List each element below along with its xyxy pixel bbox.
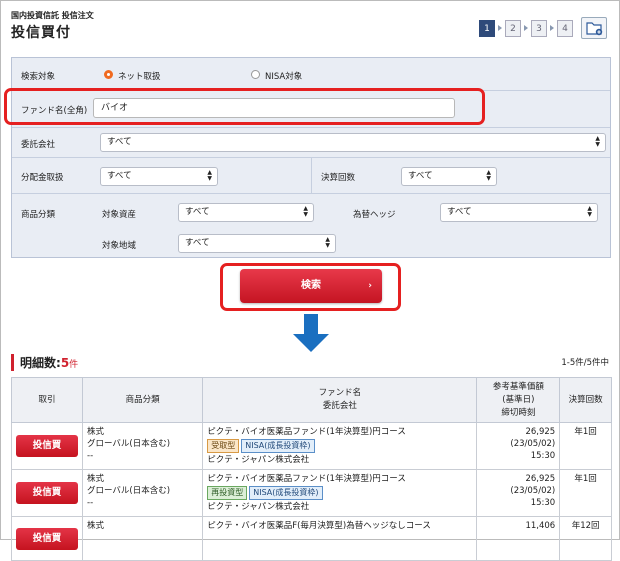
result-count-number: 5 [60, 356, 70, 370]
category-cell: 株式 グローバル(日本含む) -- [81, 469, 204, 517]
page-title: 投信買付 [11, 25, 71, 41]
select-arrows-icon: ▲ ▼ [207, 169, 212, 182]
step-2: 2 [505, 19, 521, 37]
step-arrow-icon [524, 25, 528, 31]
settlement-count-select[interactable]: すべて ▲ ▼ [401, 167, 497, 186]
price-cell: 26,925 (23/05/02) 15:30 [476, 469, 561, 517]
step-1: 1 [479, 19, 495, 37]
table-row: 投信買 株式 グローバル(日本含む) -- ピクテ・バイオ医薬品ファンド(1年決算型… [11, 469, 612, 517]
payout-badge: 受取型 [207, 439, 240, 453]
asset-select[interactable]: すべて ▲ ▼ [178, 203, 314, 222]
hedge-label: 為替ヘッジ [353, 210, 396, 220]
result-range: 1-5件/5件中 [561, 358, 609, 368]
search-button-label: 検索 [301, 280, 321, 291]
step-arrow-icon [550, 25, 554, 31]
table-header-row: 取引 商品分類 ファンド名 委託会社 参考基準価額 (基準日) 締切時刻 決算回数 [11, 377, 612, 423]
region-select[interactable]: すべて ▲ ▼ [178, 234, 336, 253]
region-label: 対象地域 [102, 241, 137, 251]
search-target-row: 検索対象 ネット取扱 NISA対象 [12, 58, 610, 91]
folder-add-icon [586, 22, 603, 36]
product-category-label: 商品分類 [21, 210, 56, 220]
buy-button[interactable]: 投信買 [16, 482, 78, 504]
fund-cell: ピクテ・バイオ医薬品ファンド(1年決算型)円コース 再投資型 NISA(成長投資枠… [202, 469, 478, 517]
header-settlement: 決算回数 [559, 377, 612, 423]
region-select-value: すべて [185, 238, 210, 248]
search-button[interactable]: 検索 › [240, 269, 382, 303]
nisa-badge: NISA(成長投資枠) [241, 439, 315, 453]
price-cell: 11,406 [476, 516, 561, 561]
settlement-cell: 年1回 [559, 422, 612, 470]
company-name: ピクテ・ジャパン株式会社 [207, 502, 310, 512]
category-cell: 株式 [81, 516, 204, 561]
result-count-label: 明細数: [20, 356, 61, 370]
radio-nisa[interactable] [251, 70, 260, 79]
result-count-unit: 件 [69, 360, 79, 370]
company-label: 委託会社 [21, 140, 56, 150]
folder-button[interactable] [581, 17, 607, 39]
settlement-cell: 年12回 [559, 516, 612, 561]
results-table: 取引 商品分類 ファンド名 委託会社 参考基準価額 (基準日) 締切時刻 決算回数 投… [11, 377, 612, 561]
distribution-label: 分配金取扱 [21, 173, 64, 183]
asset-select-value: すべて [185, 207, 210, 217]
fund-name-link[interactable]: ピクテ・バイオ医薬品F(毎月決算型)為替ヘッジなしコース [207, 521, 431, 531]
result-count: 明細数:5件 [11, 354, 78, 371]
price-cell: 26,925 (23/05/02) 15:30 [476, 422, 561, 470]
buy-button[interactable]: 投信買 [16, 527, 78, 550]
header-action: 取引 [11, 377, 83, 423]
select-arrows-icon: ▲ ▼ [303, 205, 308, 218]
settlement-count-select-value: すべて [408, 171, 433, 181]
company-select[interactable]: すべて ▲ ▼ [100, 133, 606, 152]
header-category: 商品分類 [81, 377, 204, 423]
hedge-select-value: すべて [447, 207, 472, 217]
fund-name-highlight [4, 88, 485, 125]
table-row: 投信買 株式 グローバル(日本含む) -- ピクテ・バイオ医薬品ファンド(1年決算型… [11, 422, 612, 470]
header-fund: ファンド名 委託会社 [202, 377, 478, 423]
radio-nisa-label[interactable]: NISA対象 [265, 70, 302, 82]
step-indicator: 1 2 3 4 [479, 17, 607, 39]
down-arrow-icon [293, 314, 329, 352]
chevron-right-icon: › [368, 281, 372, 291]
fund-name-link[interactable]: ピクテ・バイオ医薬品ファンド(1年決算型)円コース [207, 427, 406, 437]
search-target-label: 検索対象 [21, 72, 56, 82]
company-name: ピクテ・ジャパン株式会社 [207, 455, 310, 465]
breadcrumb: 国内投資信託 投信注文 [11, 11, 94, 20]
select-arrows-icon: ▲ ▼ [325, 236, 330, 249]
category-cell: 株式 グローバル(日本含む) -- [81, 422, 204, 470]
fund-cell: ピクテ・バイオ医薬品F(毎月決算型)為替ヘッジなしコース [202, 516, 478, 561]
company-row: 委託会社 すべて ▲ ▼ [12, 128, 610, 158]
product-category-row: 商品分類 対象資産 すべて ▲ ▼ 為替ヘッジ すべて ▲ ▼ 対象地域 すべて ▲… [12, 194, 610, 257]
radio-net-label[interactable]: ネット取扱 [118, 70, 161, 82]
step-3: 3 [531, 19, 547, 37]
distribution-select-value: すべて [107, 171, 132, 181]
step-4: 4 [557, 19, 573, 37]
select-arrows-icon: ▲ ▼ [486, 169, 491, 182]
asset-label: 対象資産 [102, 210, 137, 220]
hedge-select[interactable]: すべて ▲ ▼ [440, 203, 598, 222]
table-row: 投信買 株式 ピクテ・バイオ医薬品F(毎月決算型)為替ヘッジなしコース 11,4… [11, 516, 612, 561]
select-arrows-icon: ▲ ▼ [587, 205, 592, 218]
company-select-value: すべて [107, 137, 132, 147]
select-arrows-icon: ▲ ▼ [595, 135, 600, 148]
nisa-badge: NISA(成長投資枠) [249, 486, 323, 500]
step-arrow-icon [498, 25, 502, 31]
fund-name-link[interactable]: ピクテ・バイオ医薬品ファンド(1年決算型)円コース [207, 474, 406, 484]
distribution-row: 分配金取扱 すべて ▲ ▼ 決算回数 すべて ▲ ▼ [12, 158, 610, 194]
reinvest-badge: 再投資型 [207, 486, 248, 500]
fund-cell: ピクテ・バイオ医薬品ファンド(1年決算型)円コース 受取型 NISA(成長投資枠)… [202, 422, 478, 470]
buy-button[interactable]: 投信買 [16, 435, 78, 457]
radio-net[interactable] [104, 70, 113, 79]
settlement-cell: 年1回 [559, 469, 612, 517]
distribution-select[interactable]: すべて ▲ ▼ [100, 167, 218, 186]
column-divider [311, 158, 312, 193]
settlement-count-label: 決算回数 [321, 173, 356, 183]
header-price: 参考基準価額 (基準日) 締切時刻 [476, 377, 561, 423]
